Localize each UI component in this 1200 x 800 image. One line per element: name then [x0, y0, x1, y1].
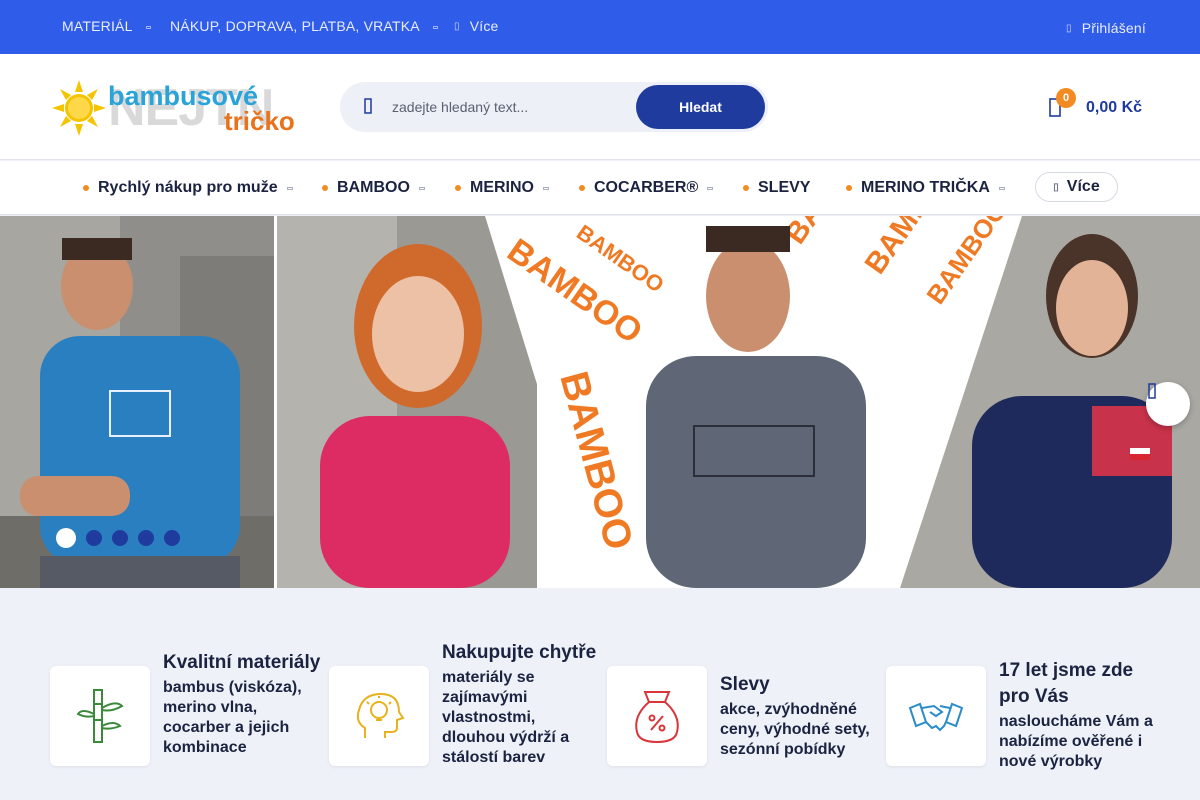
topbar-link-shopping-info[interactable]: NÁKUP, DOPRAVA, PLATBA, VRATKA — [170, 18, 438, 34]
nav-item-label: BAMBOO — [337, 179, 410, 196]
bullet-icon — [846, 185, 852, 191]
nav-more-button[interactable]: ▯ Více — [1035, 172, 1118, 202]
site-logo[interactable]: NEJTN bambusové tričko — [52, 80, 308, 136]
lightbulb-head-icon — [356, 692, 405, 738]
bullet-icon — [579, 185, 585, 191]
feature-title: Kvalitní materiály — [163, 652, 321, 673]
feature-title: 17 let jsme zde pro Vás — [999, 660, 1134, 707]
nav-item-quick-men[interactable]: Rychlý nákup pro muže — [83, 179, 293, 197]
feature-desc: akce, zvýhodněné ceny, výhodné sety, sez… — [720, 701, 870, 758]
feature-icon-box — [607, 666, 707, 766]
bullet-icon — [743, 185, 749, 191]
chevron-down-icon — [145, 25, 151, 29]
cart[interactable]: 0 0,00 Kč — [1046, 88, 1156, 126]
feature-materials: Kvalitní materiály bambus (viskóza), mer… — [50, 652, 330, 766]
feature-discounts: Slevy akce, zvýhodněné ceny, výhodné set… — [607, 666, 887, 766]
nav-item-slevy[interactable]: SLEVY — [743, 179, 810, 197]
feature-icon-box — [886, 666, 986, 766]
topbar-link-label: NÁKUP, DOPRAVA, PLATBA, VRATKA — [170, 18, 420, 34]
slider-dot[interactable] — [138, 530, 154, 546]
handshake-icon — [908, 702, 964, 732]
slider-dot[interactable] — [86, 530, 102, 546]
search-icon — [364, 98, 372, 114]
topbar-link-more[interactable]: ▯ Více — [454, 18, 499, 34]
more-icon: ▯ — [1053, 181, 1059, 193]
user-icon: ▯ — [1066, 22, 1072, 34]
hero-slider: BAMBOO BAMBOO BAMBOO BAMBOO BAMBOO BAMBO… — [0, 216, 1200, 588]
main-nav: Rychlý nákup pro muže BAMBOO MERINO COCA… — [0, 161, 1200, 215]
search-bar: Hledat — [340, 82, 768, 132]
top-bar: MATERIÁL NÁKUP, DOPRAVA, PLATBA, VRATKA … — [0, 0, 1200, 54]
feature-years: 17 let jsme zde pro Vás nasloucháme Vám … — [886, 660, 1166, 770]
topbar-link-label: Více — [469, 18, 499, 34]
nav-item-label: MERINO TRIČKA — [861, 179, 990, 196]
bullet-icon — [455, 185, 461, 191]
search-input[interactable] — [392, 95, 632, 119]
nav-item-bamboo[interactable]: BAMBOO — [322, 179, 425, 197]
money-bag-percent-icon — [635, 691, 679, 744]
feature-title: Slevy — [720, 674, 770, 695]
nav-item-label: MERINO — [470, 179, 534, 196]
feature-smart: Nakupujte chytře materiály se zajímavými… — [329, 642, 609, 766]
nav-item-label: SLEVY — [758, 179, 811, 196]
slider-dot[interactable] — [164, 530, 180, 546]
header: NEJTN bambusové tričko Hledat — [0, 54, 1200, 160]
bullet-icon — [83, 185, 89, 191]
chevron-down-icon — [998, 186, 1005, 190]
nav-item-cocarber[interactable]: COCARBER® — [579, 179, 714, 197]
bamboo-icon — [76, 689, 124, 743]
search-button[interactable]: Hledat — [636, 85, 765, 129]
chevron-down-icon — [418, 186, 425, 190]
cart-count-badge: 0 — [1056, 88, 1076, 108]
cart-total: 0,00 Kč — [1086, 99, 1143, 116]
slider-next-button[interactable] — [1146, 382, 1190, 426]
feature-icon-box — [50, 666, 150, 766]
login-label: Přihlášení — [1081, 20, 1146, 36]
feature-desc: materiály se zajímavými vlastnostmi, dlo… — [442, 669, 570, 766]
feature-title: Nakupujte chytře — [442, 642, 597, 663]
bullet-icon — [322, 185, 328, 191]
nav-item-merino-tricka[interactable]: MERINO TRIČKA — [846, 179, 1005, 197]
topbar-link-material[interactable]: MATERIÁL — [62, 18, 151, 34]
nav-item-merino[interactable]: MERINO — [455, 179, 549, 197]
feature-desc: nasloucháme Vám a nabízíme ověřené i nov… — [999, 713, 1153, 770]
slider-pagination — [56, 528, 180, 548]
feature-icon-box — [329, 666, 429, 766]
hero-image: BAMBOO BAMBOO BAMBOO BAMBOO BAMBOO BAMBO… — [0, 216, 1200, 588]
chevron-down-icon — [432, 25, 438, 29]
slider-dot[interactable] — [56, 528, 76, 548]
chevron-down-icon — [707, 186, 714, 190]
slider-dot[interactable] — [112, 530, 128, 546]
nav-more-label: Více — [1066, 178, 1100, 195]
logo-line-2: tričko — [224, 106, 295, 136]
topbar-link-label: MATERIÁL — [62, 18, 133, 34]
nav-item-label: Rychlý nákup pro muže — [98, 179, 278, 196]
feature-desc: bambus (viskóza), merino vlna, cocarber … — [163, 679, 302, 756]
sun-icon — [52, 80, 106, 136]
chevron-down-icon — [543, 186, 549, 190]
chevron-right-icon — [1148, 383, 1156, 399]
nav-item-label: COCARBER® — [594, 179, 699, 196]
features-strip: Kvalitní materiály bambus (viskóza), mer… — [0, 588, 1200, 800]
chevron-down-icon — [286, 186, 293, 190]
more-icon: ▯ — [454, 20, 460, 32]
login-link[interactable]: ▯ Přihlášení — [1066, 20, 1146, 36]
